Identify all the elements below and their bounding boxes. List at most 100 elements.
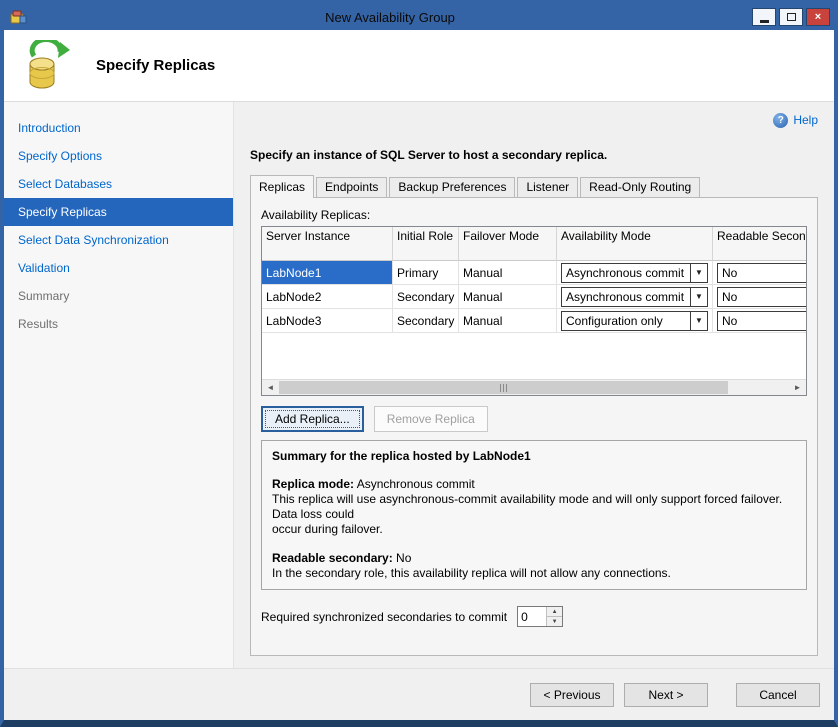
window-title: New Availability Group xyxy=(28,10,752,25)
dropdown-value: Asynchronous commit xyxy=(562,264,690,282)
cell-availability-mode: Asynchronous commit ▼ xyxy=(557,261,713,285)
main-content: ? Help Specify an instance of SQL Server… xyxy=(234,102,834,668)
column-header-availability-mode: Availability Mode xyxy=(557,227,713,261)
required-secondaries-input[interactable] xyxy=(518,607,546,626)
page-title: Specify Replicas xyxy=(96,57,215,74)
cell-initial-role[interactable]: Secondary xyxy=(393,309,459,333)
availability-mode-dropdown[interactable]: Configuration only ▼ xyxy=(561,311,708,331)
chevron-down-icon: ▼ xyxy=(690,312,707,330)
cell-server-instance[interactable]: LabNode1 xyxy=(262,261,393,285)
replica-mode-description: This replica will use asynchronous-commi… xyxy=(272,492,796,522)
sidebar-item-validation[interactable]: Validation xyxy=(4,254,233,282)
replica-summary-box: Summary for the replica hosted by LabNod… xyxy=(261,440,807,590)
scrollbar-grip-icon xyxy=(506,384,507,392)
cell-failover-mode[interactable]: Manual xyxy=(459,285,557,309)
availability-mode-dropdown[interactable]: Asynchronous commit ▼ xyxy=(561,287,708,307)
instruction-text: Specify an instance of SQL Server to hos… xyxy=(250,148,818,162)
remove-replica-button: Remove Replica xyxy=(374,406,488,432)
cell-readable-secondary: No xyxy=(713,261,806,285)
availability-mode-dropdown[interactable]: Asynchronous commit ▼ xyxy=(561,263,708,283)
sidebar-item-summary: Summary xyxy=(4,282,233,310)
dropdown-value: Asynchronous commit xyxy=(562,288,690,306)
required-secondaries-label: Required synchronized secondaries to com… xyxy=(261,610,507,624)
dropdown-value: No xyxy=(722,314,737,328)
tab-replicas[interactable]: Replicas xyxy=(250,175,314,198)
sidebar-item-introduction[interactable]: Introduction xyxy=(4,114,233,142)
scrollbar-track[interactable] xyxy=(279,380,789,395)
maximize-icon xyxy=(787,13,796,21)
cell-server-instance[interactable]: LabNode2 xyxy=(262,285,393,309)
column-header-failover-mode: Failover Mode xyxy=(459,227,557,261)
horizontal-scrollbar[interactable]: ◄ ► xyxy=(262,379,806,395)
grid-header-row: Server Instance Initial Role Failover Mo… xyxy=(262,227,806,261)
window-icon xyxy=(10,9,28,25)
table-row[interactable]: LabNode1 Primary Manual Asynchronous com… xyxy=(262,261,806,285)
wizard-header: Specify Replicas xyxy=(4,30,834,102)
minimize-icon xyxy=(760,20,769,23)
cell-availability-mode: Configuration only ▼ xyxy=(557,309,713,333)
tab-backup-preferences[interactable]: Backup Preferences xyxy=(389,177,515,197)
help-label: Help xyxy=(793,113,818,127)
sidebar-item-select-databases[interactable]: Select Databases xyxy=(4,170,233,198)
wizard-steps-sidebar: Introduction Specify Options Select Data… xyxy=(4,102,234,668)
column-header-readable-secondary: Readable Secondary xyxy=(713,227,806,261)
wizard-footer: < Previous Next > Cancel xyxy=(4,668,834,720)
stepper-down-button[interactable]: ▼ xyxy=(547,617,562,626)
cell-failover-mode[interactable]: Manual xyxy=(459,261,557,285)
replica-mode-line: Replica mode: Asynchronous commit xyxy=(272,477,796,492)
readable-secondary-value: No xyxy=(393,551,412,565)
replicas-tab-panel: Availability Replicas: Server Instance I… xyxy=(250,197,818,656)
readable-secondary-dropdown[interactable]: No xyxy=(717,263,806,283)
chevron-down-icon: ▼ xyxy=(690,288,707,306)
new-availability-group-window: New Availability Group × Specify Replica… xyxy=(0,0,838,727)
readable-secondary-dropdown[interactable]: No xyxy=(717,287,806,307)
help-icon: ? xyxy=(773,113,788,128)
table-row[interactable]: LabNode2 Secondary Manual Asynchronous c… xyxy=(262,285,806,309)
scroll-left-button[interactable]: ◄ xyxy=(262,380,279,395)
cell-availability-mode: Asynchronous commit ▼ xyxy=(557,285,713,309)
previous-button[interactable]: < Previous xyxy=(530,683,614,707)
column-header-initial-role: Initial Role xyxy=(393,227,459,261)
title-bar[interactable]: New Availability Group × xyxy=(4,4,834,30)
cell-failover-mode[interactable]: Manual xyxy=(459,309,557,333)
cell-server-instance[interactable]: LabNode3 xyxy=(262,309,393,333)
chevron-down-icon: ▼ xyxy=(690,264,707,282)
tab-strip: Replicas Endpoints Backup Preferences Li… xyxy=(250,174,818,197)
availability-group-icon xyxy=(20,40,72,92)
scrollbar-grip-icon xyxy=(500,384,501,392)
table-row[interactable]: LabNode3 Secondary Manual Configuration … xyxy=(262,309,806,333)
sidebar-item-select-data-synchronization[interactable]: Select Data Synchronization xyxy=(4,226,233,254)
close-button[interactable]: × xyxy=(806,8,830,26)
next-button[interactable]: Next > xyxy=(624,683,708,707)
scroll-right-button[interactable]: ► xyxy=(789,380,806,395)
sidebar-item-specify-options[interactable]: Specify Options xyxy=(4,142,233,170)
tab-endpoints[interactable]: Endpoints xyxy=(316,177,387,197)
cell-initial-role[interactable]: Secondary xyxy=(393,285,459,309)
add-replica-button[interactable]: Add Replica... xyxy=(261,406,364,432)
tab-read-only-routing[interactable]: Read-Only Routing xyxy=(580,177,700,197)
help-link[interactable]: ? Help xyxy=(773,113,818,128)
maximize-button[interactable] xyxy=(779,8,803,26)
dropdown-value: No xyxy=(722,266,737,280)
minimize-button[interactable] xyxy=(752,8,776,26)
readable-secondary-label: Readable secondary: xyxy=(272,551,393,565)
stepper-up-button[interactable]: ▲ xyxy=(547,607,562,617)
availability-replicas-grid: Server Instance Initial Role Failover Mo… xyxy=(261,226,807,396)
sidebar-item-specify-replicas[interactable]: Specify Replicas xyxy=(4,198,233,226)
cancel-button[interactable]: Cancel xyxy=(736,683,820,707)
replica-mode-description-2: occur during failover. xyxy=(272,522,796,537)
required-secondaries-stepper: ▲ ▼ xyxy=(517,606,563,627)
column-header-server-instance: Server Instance xyxy=(262,227,393,261)
cell-readable-secondary: No xyxy=(713,285,806,309)
replica-mode-label: Replica mode: xyxy=(272,477,354,491)
summary-title: Summary for the replica hosted by LabNod… xyxy=(272,449,796,463)
dropdown-value: No xyxy=(722,290,737,304)
cell-readable-secondary: No xyxy=(713,309,806,333)
scrollbar-grip-icon xyxy=(503,384,504,392)
readable-secondary-description: In the secondary role, this availability… xyxy=(272,566,796,581)
cell-initial-role[interactable]: Primary xyxy=(393,261,459,285)
sidebar-item-results: Results xyxy=(4,310,233,338)
tab-listener[interactable]: Listener xyxy=(517,177,578,197)
readable-secondary-dropdown[interactable]: No xyxy=(717,311,806,331)
scrollbar-thumb[interactable] xyxy=(279,381,728,394)
